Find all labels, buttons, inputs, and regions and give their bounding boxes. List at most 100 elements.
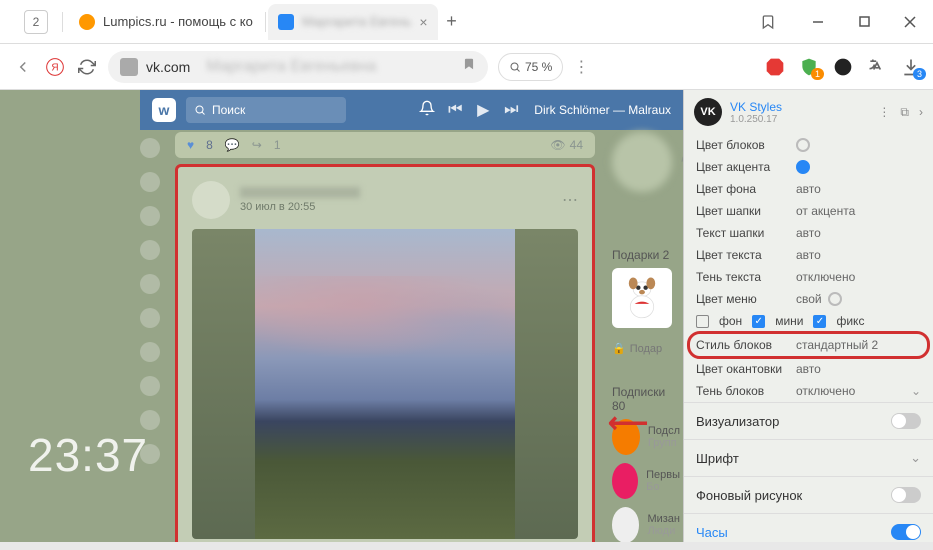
color-swatch[interactable]: [796, 160, 810, 174]
chevron-down-icon[interactable]: ⌄: [911, 384, 921, 398]
row-header-text[interactable]: Текст шапкиавто: [696, 222, 921, 244]
photo-sunset: [255, 229, 515, 539]
url-box[interactable]: vk.com Маргарита Евгеньевна: [108, 51, 488, 83]
views: 👁 44: [550, 138, 583, 152]
adblock-icon[interactable]: [765, 57, 785, 77]
share-icon[interactable]: ↪: [252, 138, 262, 152]
row-menu-color[interactable]: Цвет менюсвой: [696, 288, 921, 310]
post-image[interactable]: [192, 229, 578, 539]
share-count: 1: [274, 138, 281, 152]
reload-button[interactable]: [76, 56, 98, 78]
downloads-icon[interactable]: 3: [901, 57, 921, 77]
post-header: 30 июл в 20:55 ⋯: [192, 181, 578, 219]
nav-item[interactable]: [140, 274, 160, 294]
nav-item[interactable]: [140, 308, 160, 328]
new-tab-button[interactable]: +: [438, 8, 466, 36]
gift-item[interactable]: [612, 268, 672, 328]
post-info: 30 июл в 20:55: [240, 187, 360, 213]
vk-logo-icon[interactable]: w: [152, 98, 176, 122]
nav-item[interactable]: [140, 172, 160, 192]
sub-item[interactable]: ПервыБо: [612, 463, 680, 499]
track-name: Dirk Schlömer — Malraux: [534, 103, 671, 117]
like-icon[interactable]: ♥: [187, 138, 194, 152]
row-accent-color[interactable]: Цвет акцента: [696, 156, 921, 178]
zoom-indicator[interactable]: 75 %: [498, 53, 563, 81]
shield-icon[interactable]: 1: [799, 57, 819, 77]
bookmark-icon[interactable]: [745, 0, 791, 44]
panel-menu-icon[interactable]: ⋮: [878, 105, 890, 120]
nav-item[interactable]: [140, 138, 160, 158]
post-menu-icon[interactable]: ⋯: [562, 190, 578, 210]
maximize-button[interactable]: [841, 0, 887, 44]
row-border-color[interactable]: Цвет окантовкиавто: [696, 358, 921, 380]
nav-item[interactable]: [140, 410, 160, 430]
like-count: 8: [206, 138, 213, 152]
chevron-down-icon[interactable]: ⌄: [910, 450, 921, 466]
avatar[interactable]: [192, 181, 230, 219]
vk-leftnav: [140, 138, 164, 464]
vk-search-input[interactable]: Поиск: [186, 97, 346, 123]
color-swatch[interactable]: [828, 292, 842, 306]
row-block-style-highlighted[interactable]: Стиль блоковстандартный 2: [690, 334, 927, 356]
yandex-icon[interactable]: Я: [44, 56, 66, 78]
address-bar: Я vk.com Маргарита Евгеньевна 75 % ⋮ 1 3: [0, 44, 933, 90]
row-text-shadow[interactable]: Тень текстаотключено: [696, 266, 921, 288]
row-block-color[interactable]: Цвет блоков: [696, 134, 921, 156]
favicon-icon: [278, 14, 294, 30]
favicon-icon: [79, 14, 95, 30]
chevron-right-icon[interactable]: ›: [919, 105, 923, 120]
profile-right-col: Подарки 2 🔒 Подар Подписки 80 ПодслГрупп…: [612, 132, 680, 542]
copy-icon[interactable]: ⧉: [900, 105, 909, 120]
vkstyles-panel: VK VK Styles 1.0.250.17 ⋮ ⧉ › Цвет блоко…: [683, 90, 933, 542]
row-block-shadow[interactable]: Тень блоковотключено⌄: [696, 380, 921, 402]
extensions-tray: 1 3: [765, 57, 921, 77]
nav-item[interactable]: [140, 376, 160, 396]
tab-lumpics[interactable]: Lumpics.ru - помощь с ко: [69, 4, 263, 40]
section-clock[interactable]: Часы: [684, 513, 933, 550]
tabs-strip: Lumpics.ru - помощь с ко Маргарита Евген…: [56, 4, 745, 40]
site-menu-icon[interactable]: ⋮: [573, 57, 589, 77]
section-visualizer[interactable]: Визуализатор: [684, 402, 933, 439]
nav-item[interactable]: [140, 342, 160, 362]
page-bookmark-icon[interactable]: [462, 57, 476, 76]
comment-icon[interactable]: 💬: [225, 138, 240, 152]
close-button[interactable]: [887, 0, 933, 44]
gift-lock-row[interactable]: 🔒 Подар: [612, 342, 680, 355]
settings-list: Цвет блоков Цвет акцента Цвет фонаавто Ц…: [684, 134, 933, 402]
url-text: vk.com: [146, 59, 190, 75]
window-titlebar: 2 Lumpics.ru - помощь с ко Маргарита Евг…: [0, 0, 933, 44]
row-text-color[interactable]: Цвет текстаавто: [696, 244, 921, 266]
edit-icon[interactable]: [680, 144, 683, 164]
tab-counter[interactable]: 2: [24, 10, 48, 34]
checkbox-mini[interactable]: ✓: [752, 315, 765, 328]
toggle[interactable]: [891, 487, 921, 503]
prev-track-icon[interactable]: ⏮: [446, 101, 464, 119]
section-bgimage[interactable]: Фоновый рисунок: [684, 476, 933, 513]
gifts-title[interactable]: Подарки 2: [612, 248, 680, 262]
panel-title: VK Styles: [730, 100, 782, 114]
author-name-blurred[interactable]: [240, 187, 360, 198]
close-tab-icon[interactable]: ×: [419, 14, 427, 30]
play-icon[interactable]: ▶: [474, 100, 492, 120]
checkbox-fix[interactable]: ✓: [813, 315, 826, 328]
color-swatch[interactable]: [796, 138, 810, 152]
toggle[interactable]: [891, 413, 921, 429]
toggle[interactable]: [891, 524, 921, 540]
next-track-icon[interactable]: ⏭: [502, 101, 520, 119]
zoom-value: 75 %: [525, 60, 552, 74]
minimize-button[interactable]: [795, 0, 841, 44]
nav-item[interactable]: [140, 240, 160, 260]
back-button[interactable]: [12, 56, 34, 78]
row-bg-color[interactable]: Цвет фонаавто: [696, 178, 921, 200]
checkbox-bg[interactable]: [696, 315, 709, 328]
sub-item[interactable]: МизанЛюди: [612, 507, 680, 542]
vkstyles-ext-icon[interactable]: [833, 57, 853, 77]
nav-item[interactable]: [140, 206, 160, 226]
section-font[interactable]: Шрифт⌄: [684, 439, 933, 476]
tab-vk[interactable]: Маргарита Евгень ×: [268, 4, 438, 40]
vk-page: w Поиск ⏮ ▶ ⏭ Dirk Schlömer — Malraux: [0, 90, 683, 542]
row-header-color[interactable]: Цвет шапкиот акцента: [696, 200, 921, 222]
post-card-highlighted: 30 июл в 20:55 ⋯: [175, 164, 595, 542]
notifications-icon[interactable]: [418, 100, 436, 121]
translate-icon[interactable]: [867, 57, 887, 77]
